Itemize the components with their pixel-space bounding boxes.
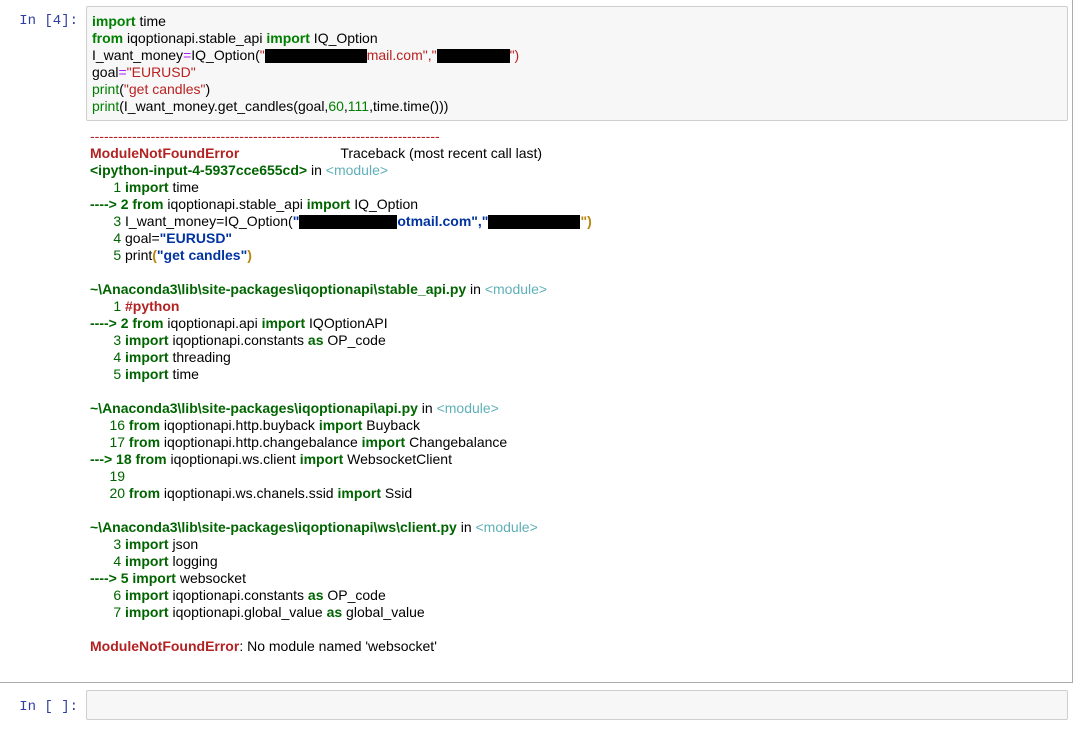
code-line: I_want_money=IQ_Option(" mail.com"," ") <box>92 47 520 64</box>
traceback-line: 4 import logging <box>90 553 218 569</box>
code-cell-4[interactable]: In [4]: import time from iqoptionapi.sta… <box>0 0 1073 683</box>
input-prompt: In [ ]: <box>19 699 78 715</box>
code-editor[interactable] <box>86 690 1068 720</box>
traceback-line: 5 import time <box>90 366 199 382</box>
code-editor[interactable]: import time from iqoptionapi.stable_api … <box>86 6 1068 121</box>
redacted-block <box>264 49 367 64</box>
traceback-line: 20 from iqoptionapi.ws.chanels.ssid impo… <box>90 485 413 501</box>
redacted-block <box>299 215 398 230</box>
error-message: ModuleNotFoundError: No module named 'we… <box>90 638 437 654</box>
traceback-line: 3 import json <box>90 536 199 552</box>
traceback-location: ~\Anaconda3\lib\site-packages\iqoptionap… <box>90 400 499 416</box>
traceback-location: ~\Anaconda3\lib\site-packages\iqoptionap… <box>90 519 538 535</box>
traceback-location: ~\Anaconda3\lib\site-packages\iqoptionap… <box>90 281 548 297</box>
traceback-line: 4 import threading <box>90 349 231 365</box>
traceback-line-current: ----> 2 from iqoptionapi.api import IQOp… <box>90 315 388 331</box>
code-line: goal="EURUSD" <box>92 64 196 80</box>
traceback-location: <ipython-input-4-5937cce655cd> in <modul… <box>90 162 389 178</box>
redacted-block <box>436 49 510 64</box>
code-line: print("get candles") <box>92 81 211 97</box>
redacted-block <box>488 215 581 230</box>
traceback-line: 16 from iqoptionapi.http.buyback import … <box>90 417 420 433</box>
traceback-line: 6 import iqoptionapi.constants as OP_cod… <box>90 587 386 603</box>
traceback-line: 19 <box>90 468 126 484</box>
traceback-line: 3 import iqoptionapi.constants as OP_cod… <box>90 332 386 348</box>
traceback-line-current: ---> 18 from iqoptionapi.ws.client impor… <box>90 451 452 467</box>
traceback-line-current: ----> 5 import websocket <box>90 570 246 586</box>
traceback-header: ModuleNotFoundError Traceback (most recen… <box>90 145 543 161</box>
code-line: import time <box>92 13 166 29</box>
code-line: print(I_want_money.get_candles(goal,60,1… <box>92 98 449 114</box>
traceback-line: 3 I_want_money=IQ_Option(" otmail.com"," "… <box>90 213 592 230</box>
traceback-line: 17 from iqoptionapi.http.changebalance i… <box>90 434 508 450</box>
input-prompt: In [4]: <box>19 13 78 29</box>
traceback-line: 4 goal="EURUSD" <box>90 230 233 246</box>
traceback-line: 7 import iqoptionapi.global_value as glo… <box>90 604 425 620</box>
code-line: from iqoptionapi.stable_api import IQ_Op… <box>92 30 378 46</box>
traceback-line: 1 import time <box>90 179 199 195</box>
traceback-separator: ----------------------------------------… <box>90 128 440 144</box>
code-cell-empty[interactable]: In [ ]: <box>0 684 1073 741</box>
traceback-line: 1 #python <box>90 298 180 314</box>
traceback-line: 5 print("get candles") <box>90 247 252 263</box>
traceback-line-current: ----> 2 from iqoptionapi.stable_api impo… <box>90 196 419 212</box>
